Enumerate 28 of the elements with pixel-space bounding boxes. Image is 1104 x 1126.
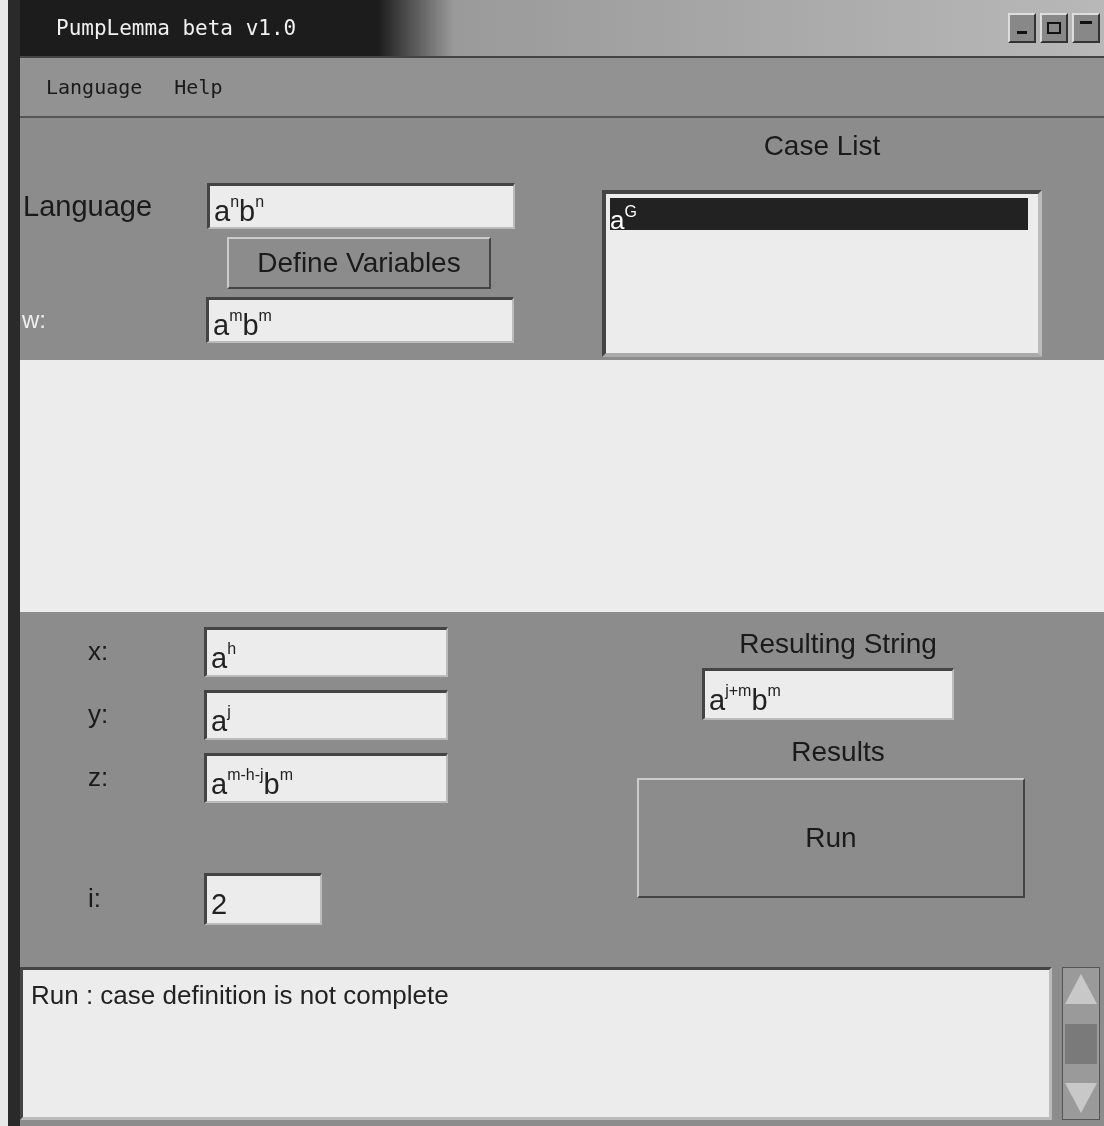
message-text: Run : case definition is not complete — [30, 979, 450, 1012]
field-label: i: — [87, 883, 102, 914]
results-heading: Results — [791, 736, 885, 769]
resulting-string-heading: Resulting String — [739, 628, 937, 661]
input-field[interactable]: a$^{m}$b$^{m}$ — [206, 297, 514, 343]
input-field[interactable]: a$^{m-h-j}$b$^{m}$ — [204, 752, 448, 803]
list-item[interactable]: a$^{G}$ — [610, 198, 1028, 230]
run-button[interactable]: Run — [637, 778, 1025, 898]
field-label: x: — [87, 636, 110, 667]
output-field: a$^{j+m}$b$^{m}$ — [702, 668, 954, 720]
input-field[interactable]: a$^{n}$b$^{n}$ — [207, 183, 515, 229]
field-label: y: — [87, 699, 110, 730]
case-list-heading: Case List — [762, 130, 882, 163]
input-field[interactable]: 2 — [204, 872, 322, 925]
input-field[interactable]: a$^{j}$ — [204, 689, 448, 740]
menu-item[interactable]: Help — [174, 75, 223, 99]
field-label: z: — [87, 762, 110, 793]
window-title: PumpLemma beta v1.0 — [56, 16, 297, 40]
field-label: w: — [21, 306, 47, 334]
maximize-button[interactable] — [1040, 13, 1068, 43]
menu-item[interactable]: Language — [46, 75, 143, 99]
scroll-thumb[interactable] — [1065, 1023, 1097, 1064]
field-label: Language — [22, 189, 154, 223]
define-variables-button[interactable]: Define Variables — [227, 237, 491, 289]
scrollbar[interactable] — [1062, 967, 1100, 1120]
close-button[interactable] — [1072, 13, 1100, 43]
input-field[interactable]: a$^{h}$ — [204, 626, 448, 677]
minimize-button[interactable] — [1008, 13, 1036, 43]
